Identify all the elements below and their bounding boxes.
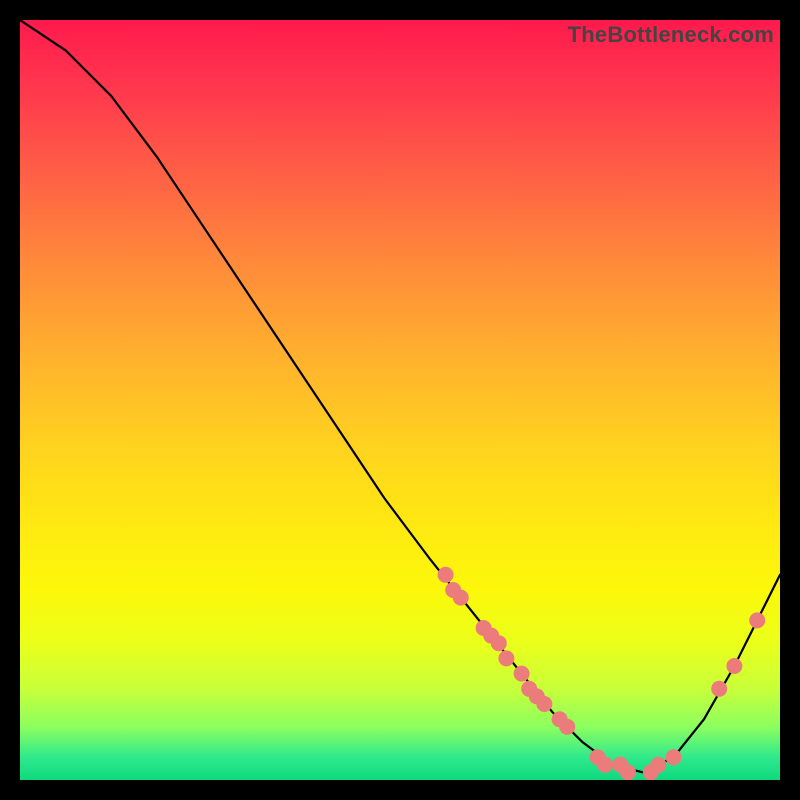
marker-trough-f (650, 757, 666, 773)
marker-trough-c (612, 757, 628, 773)
bottleneck-curve (20, 20, 780, 772)
chart-plot-area: TheBottleneck.com (20, 20, 780, 780)
marker-cluster-low-a (514, 666, 530, 682)
marker-trough-b (597, 757, 613, 773)
marker-cluster-low-d (536, 696, 552, 712)
chart-svg (20, 20, 780, 780)
marker-trough-e (643, 764, 659, 780)
marker-rise-c (726, 658, 742, 674)
marker-cluster-upper-a (438, 567, 454, 583)
marker-cluster-mid-d (498, 650, 514, 666)
marker-cluster-mid-c (491, 635, 507, 651)
marker-cluster-mid-a (476, 620, 492, 636)
chart-frame: TheBottleneck.com (20, 20, 780, 780)
marker-cluster-low-b (521, 681, 537, 697)
watermark-label: TheBottleneck.com (568, 22, 774, 48)
marker-rise-d (749, 612, 765, 628)
marker-cluster-upper-c (453, 590, 469, 606)
marker-pre-trough-b (559, 719, 575, 735)
marker-trough-d (620, 764, 636, 780)
scatter-markers (438, 567, 766, 780)
marker-cluster-upper-b (445, 582, 461, 598)
marker-cluster-low-c (529, 688, 545, 704)
marker-rise-b (711, 681, 727, 697)
marker-rise-a (666, 749, 682, 765)
marker-trough-a (590, 749, 606, 765)
marker-pre-trough-a (552, 711, 568, 727)
marker-cluster-mid-b (483, 628, 499, 644)
